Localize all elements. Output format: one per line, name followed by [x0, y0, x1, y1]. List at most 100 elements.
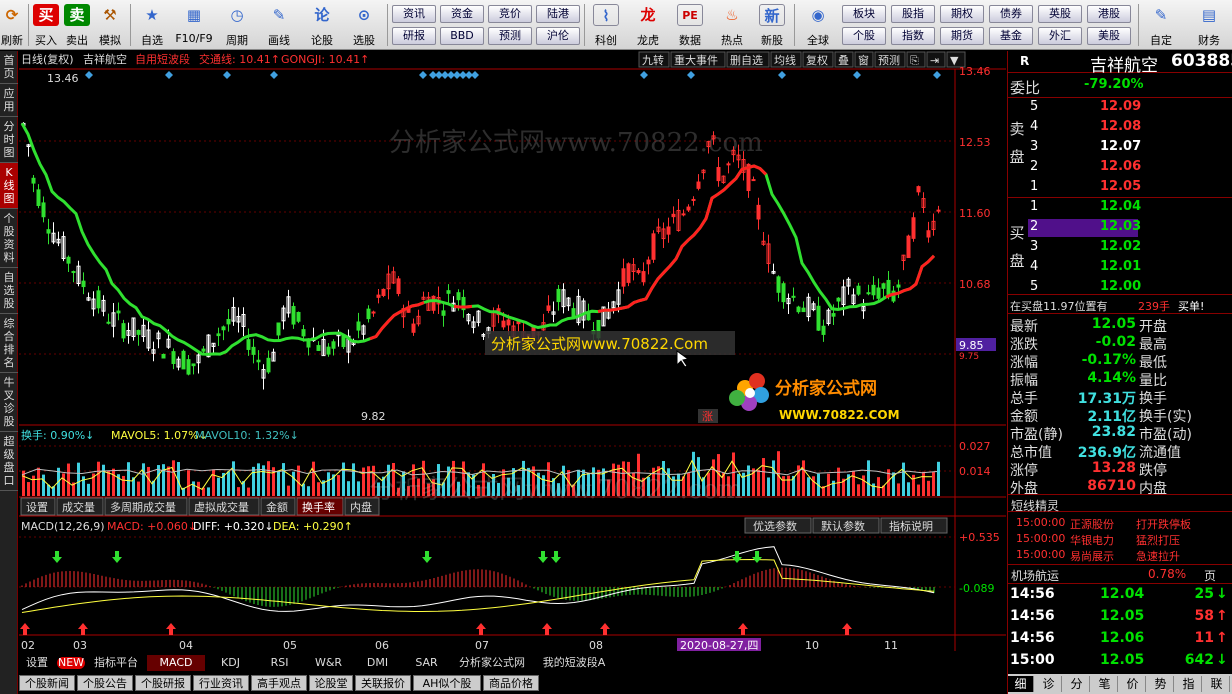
simulate-button[interactable]: ⚒ 模拟 [94, 2, 126, 48]
sell-level-row[interactable]: 2 12.06 [1028, 159, 1232, 177]
market-grid-button[interactable]: 股指 [891, 5, 935, 23]
news-tab[interactable]: 个股研报 [135, 675, 191, 691]
tick-volume: 58 [1194, 608, 1214, 624]
jingling-row[interactable]: 15:00:00 易尚展示 急速拉升 [1008, 548, 1232, 564]
market-grid-button[interactable]: 期货 [940, 27, 984, 45]
watchlist-button[interactable]: ★ 自选 [134, 2, 170, 48]
news-tab[interactable]: 个股公告 [77, 675, 133, 691]
buy-button[interactable]: 买买入 [32, 2, 60, 48]
global-button[interactable]: ◉ 全球 [798, 2, 838, 48]
quote-tab[interactable]: 势 [1148, 676, 1174, 692]
volume-bar [217, 477, 220, 496]
candle-body [726, 163, 731, 166]
left-nav-item[interactable]: 超级盘口 [0, 432, 18, 491]
left-nav-item[interactable]: 个股资料 [0, 209, 18, 268]
volume-bar [247, 487, 250, 496]
newstock-button[interactable]: 新新股 [754, 2, 790, 48]
info-grid-button[interactable]: 陆港 [536, 5, 580, 23]
news-tab[interactable]: 行业资讯 [193, 675, 249, 691]
bottom-tab[interactable]: 指标平台 [87, 655, 145, 671]
quote-tab[interactable]: 联 [1204, 676, 1230, 692]
volume-bar [757, 469, 760, 496]
draw-line-button[interactable]: ✎ 画线 [260, 2, 298, 48]
news-tab[interactable]: 商品价格 [483, 675, 539, 691]
left-nav-item[interactable]: 综合排名 [0, 314, 18, 373]
quote-tab[interactable]: 诊 [1036, 676, 1062, 692]
market-grid-button[interactable]: 期权 [940, 5, 984, 23]
buy-level-row[interactable]: 1 12.04 [1028, 199, 1141, 217]
refresh-button[interactable]: ⟳ 刷新 [0, 2, 24, 48]
kline-chart[interactable]: 日线(复权) 吉祥航空 自用短波段 交通线: 10.41↑ GONGJI: 10… [19, 51, 1006, 651]
macd-button-label: 优选参数 [753, 519, 797, 533]
stock-picker-button[interactable]: ⊙ 选股 [344, 2, 384, 48]
bottom-tab[interactable]: MACD [147, 655, 205, 671]
longhu-button[interactable]: 龙龙虎 [630, 2, 666, 48]
bottom-tab[interactable]: 分析家公式网 [452, 655, 532, 671]
left-nav-item[interactable]: K线图 [0, 163, 18, 209]
info-grid-button[interactable]: 资金 [440, 5, 484, 23]
quote-tab[interactable]: 笔 [1092, 676, 1118, 692]
bottom-tab[interactable]: NEW [57, 657, 85, 669]
info-grid-button[interactable]: BBD [440, 27, 484, 45]
bottom-tab[interactable]: RSI [256, 655, 303, 671]
volume-tab-label: 多周期成交量 [110, 500, 176, 514]
kechuang-button[interactable]: ⌇ 科创 [588, 2, 624, 48]
info-grid-button[interactable]: 预测 [488, 27, 532, 45]
market-grid-button[interactable]: 基金 [989, 27, 1033, 45]
finance-button[interactable]: ▤ 财务 [1190, 2, 1228, 48]
discuss-button[interactable]: 论论股 [304, 2, 340, 48]
buy-level-row[interactable]: 3 12.02 [1028, 239, 1141, 257]
buy-level-row[interactable]: 4 12.01 [1028, 259, 1141, 277]
bottom-tab[interactable]: W&R [305, 655, 352, 671]
news-tab[interactable]: 关联报价 [355, 675, 411, 691]
news-tab[interactable]: 个股新闻 [19, 675, 75, 691]
tick-direction-icon: ↓ [1216, 652, 1228, 668]
market-grid-button[interactable]: 美股 [1087, 27, 1131, 45]
left-nav-item[interactable]: 牛叉诊股 [0, 373, 18, 432]
info-grid-button[interactable]: 研报 [392, 27, 436, 45]
info-grid-button[interactable]: 沪伦 [536, 27, 580, 45]
market-grid-button[interactable]: 港股 [1087, 5, 1131, 23]
market-grid-button[interactable]: 债券 [989, 5, 1033, 23]
quote-tab[interactable]: 指 [1176, 676, 1202, 692]
sell-level-row[interactable]: 5 12.09 [1028, 99, 1232, 117]
sell-level-row[interactable]: 3 12.07 [1028, 139, 1232, 157]
sell-level-row[interactable]: 1 12.05 [1028, 179, 1232, 197]
period-button[interactable]: ◷ 周期 [218, 2, 256, 48]
bottom-tab[interactable]: SAR [403, 655, 450, 671]
bottom-tab[interactable]: KDJ [207, 655, 254, 671]
buy-level-row[interactable]: 2 12.03 [1028, 219, 1141, 237]
quote-tab[interactable]: 分 [1064, 676, 1090, 692]
bottom-tab[interactable]: DMI [354, 655, 401, 671]
left-nav-item[interactable]: 应用 [0, 84, 18, 117]
stat-row: 振幅 4.14% 量比 [1008, 370, 1232, 389]
sector-row[interactable]: 机场航运 0.78% 页 [1008, 564, 1232, 583]
jingling-row[interactable]: 15:00:00 正源股份 打开跌停板 [1008, 516, 1232, 532]
left-nav-item[interactable]: 分时图 [0, 117, 18, 163]
market-grid-button[interactable]: 板块 [842, 5, 886, 23]
market-grid-button[interactable]: 指数 [891, 27, 935, 45]
buy-level-row[interactable]: 5 12.00 [1028, 279, 1141, 297]
market-grid-button[interactable]: 英股 [1038, 5, 1082, 23]
jingling-row[interactable]: 15:00:00 华银电力 猛烈打压 [1008, 532, 1232, 548]
left-nav-item[interactable]: 首页 [0, 51, 18, 84]
f10-button[interactable]: ▦ F10/F9 [172, 2, 216, 48]
bottom-tab[interactable]: 设置 [19, 655, 55, 671]
quote-tab[interactable]: 价 [1120, 676, 1146, 692]
news-tab[interactable]: 高手观点 [251, 675, 307, 691]
market-grid-button[interactable]: 个股 [842, 27, 886, 45]
sell-level-row[interactable]: 4 12.08 [1028, 119, 1232, 137]
info-grid-button[interactable]: 竞价 [488, 5, 532, 23]
left-nav-item[interactable]: 自选股 [0, 268, 18, 314]
data-button[interactable]: PE 数据 [672, 2, 708, 48]
hotspot-button[interactable]: ♨ 热点 [714, 2, 750, 48]
info-grid-button[interactable]: 资讯 [392, 5, 436, 23]
price-axis-cursor: 9.85 [959, 339, 984, 352]
bottom-tab[interactable]: 我的短波段A [534, 655, 614, 671]
sell-button[interactable]: 卖卖出 [63, 2, 91, 48]
quote-tab[interactable]: 细 [1008, 676, 1034, 692]
custom-button[interactable]: ✎ 自定 [1142, 2, 1180, 48]
market-grid-button[interactable]: 外汇 [1038, 27, 1082, 45]
news-tab[interactable]: 论股堂 [309, 675, 353, 691]
news-tab[interactable]: AH似个股 [413, 675, 481, 691]
